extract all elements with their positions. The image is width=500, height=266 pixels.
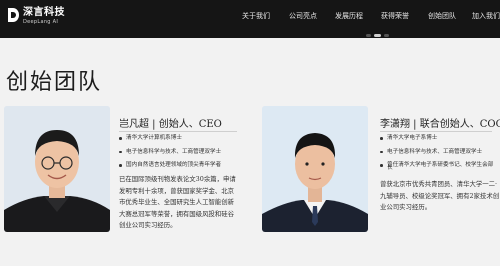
bio-line: 大赛总冠军等荣誉，拥有国级风投和硅谷 [119,209,235,218]
carousel-dots [366,34,389,37]
nav-join[interactable]: 加入我们 [472,11,500,21]
bio-line: 已在国际顶级刊物发表论文30余篇，申请 [119,175,236,183]
logo-d-icon [8,8,19,22]
section-title: 创始团队 [6,70,103,95]
bio-line: 创业公司实习经历。 [119,221,177,230]
list-item: 电子信息科学与技术、工商管理双学士 [119,146,221,160]
list-item: 国内自然语言处理领域的顶尖青年学者 [119,159,221,173]
carousel-dot[interactable] [366,34,371,37]
list-item: 清华大学电子系博士 [380,132,493,146]
carousel-dot[interactable] [384,34,389,37]
nav-history[interactable]: 发展历程 [335,11,363,21]
brand-name: 深言科技 [23,7,65,18]
member-bullets-ceo: 清华大学计算机系博士 电子信息科学与技术、工商管理双学士 国内自然语言处理领域的… [119,132,221,173]
member-photo-coo [262,106,368,232]
nav-honors[interactable]: 获得荣誉 [381,11,409,21]
list-item: 清华大学计算机系博士 [119,132,221,146]
member-bullets-coo: 清华大学电子系博士 电子信息科学与技术、工商管理双学士 曾任清华大学电子系研委书… [380,132,493,173]
brand-name-en: DeepLang AI [23,19,59,25]
list-item: 电子信息科学与技术、工商管理双学士 [380,146,493,160]
nav-team[interactable]: 创始团队 [428,11,456,21]
member-name-coo: 李潇翔 | 联合创始人、COO [380,119,500,130]
brand-logo[interactable]: 深言科技 DeepLang AI [8,8,65,25]
bio-line: 曾获北京市优秀共青团员、清华大学一二· [380,180,498,188]
list-item: 曾任清华大学电子系研委书记、校学生会部 [380,159,493,173]
member-bio-coo: 曾获北京市优秀共青团员、清华大学一二· 九辅导员、校级论奖冠军、拥有2家技术创 … [380,179,499,214]
bio-line: 业公司实习经历。 [380,203,432,212]
member-bio-ceo: 已在国际顶级刊物发表论文30余篇，申请 发明专利十余项，曾获国家奖学金、北京 市… [119,174,236,232]
member-photo-ceo [4,106,110,232]
bullet-continuation: 长 [387,165,393,171]
bio-line: 九辅导员、校级论奖冠军、拥有2家技术创 [380,191,500,200]
carousel-dot-active[interactable] [374,34,381,37]
nav-highlights[interactable]: 公司亮点 [289,11,317,21]
bio-line: 发明专利十余项，曾获国家奖学金、北京 [119,186,235,195]
member-name-ceo: 岂凡超 | 创始人、CEO [119,119,222,130]
nav-about[interactable]: 关于我们 [242,11,270,21]
bio-line: 市优秀毕业生、全国研究生人工智能创新 [119,198,235,207]
top-navbar: 深言科技 DeepLang AI 关于我们 公司亮点 发展历程 获得荣誉 创始团… [0,0,500,38]
